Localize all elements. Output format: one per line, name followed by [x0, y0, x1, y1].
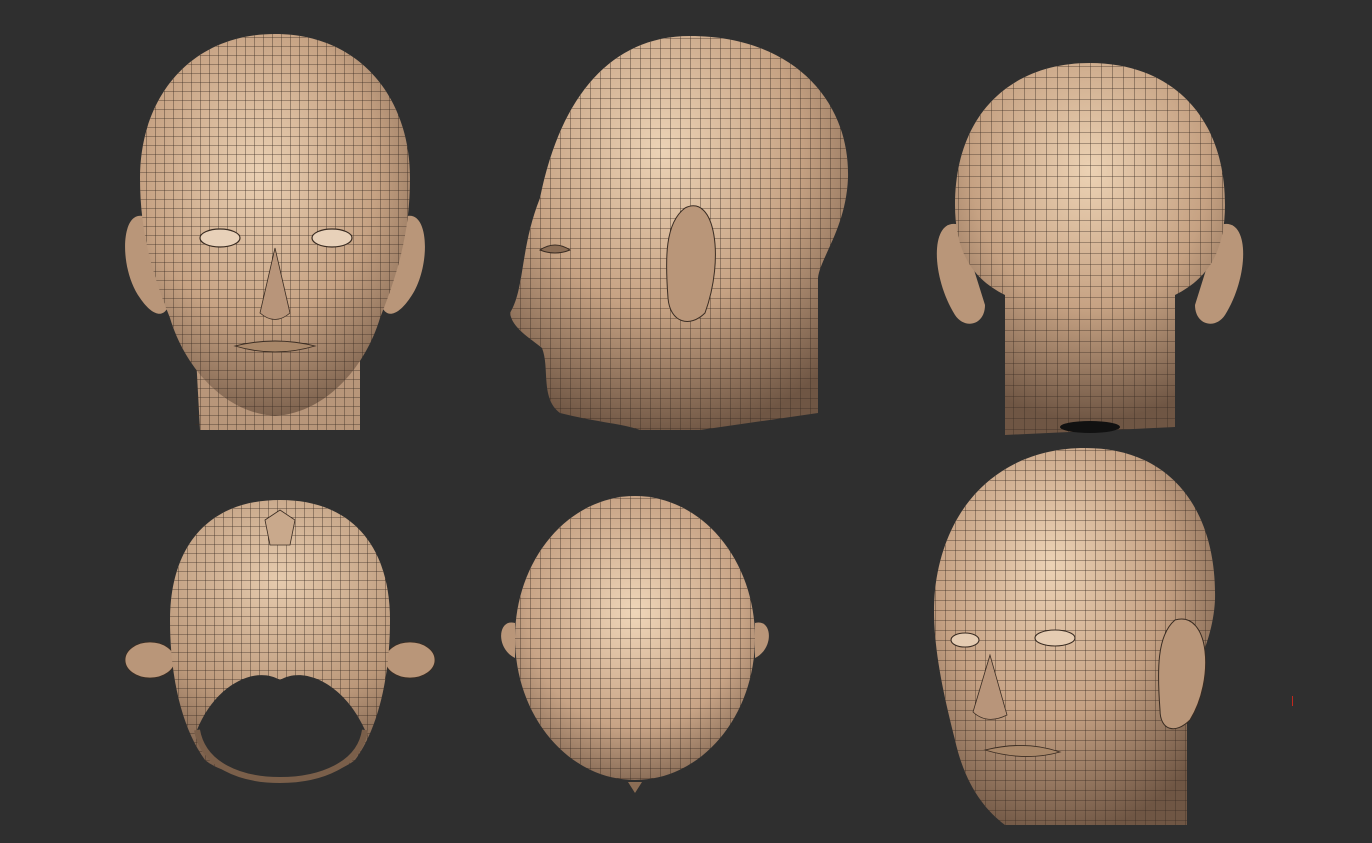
- render-viewport: [0, 0, 1372, 843]
- head-mesh-back-view: [925, 55, 1255, 440]
- back-view-svg: [936, 63, 1244, 435]
- red-tick-mark: [1292, 696, 1293, 706]
- head-mesh-three-quarter-view: [925, 440, 1225, 830]
- three-quarter-view-svg: [934, 448, 1216, 825]
- head-mesh-front-view: [110, 28, 440, 438]
- head-mesh-side-view: [500, 28, 860, 438]
- side-view-svg: [510, 36, 849, 430]
- top-view-svg: [501, 496, 769, 793]
- head-mesh-top-view: [490, 488, 780, 798]
- head-mesh-bottom-view: [115, 490, 445, 790]
- front-view-svg: [125, 34, 425, 430]
- bottom-view-svg: [124, 500, 436, 784]
